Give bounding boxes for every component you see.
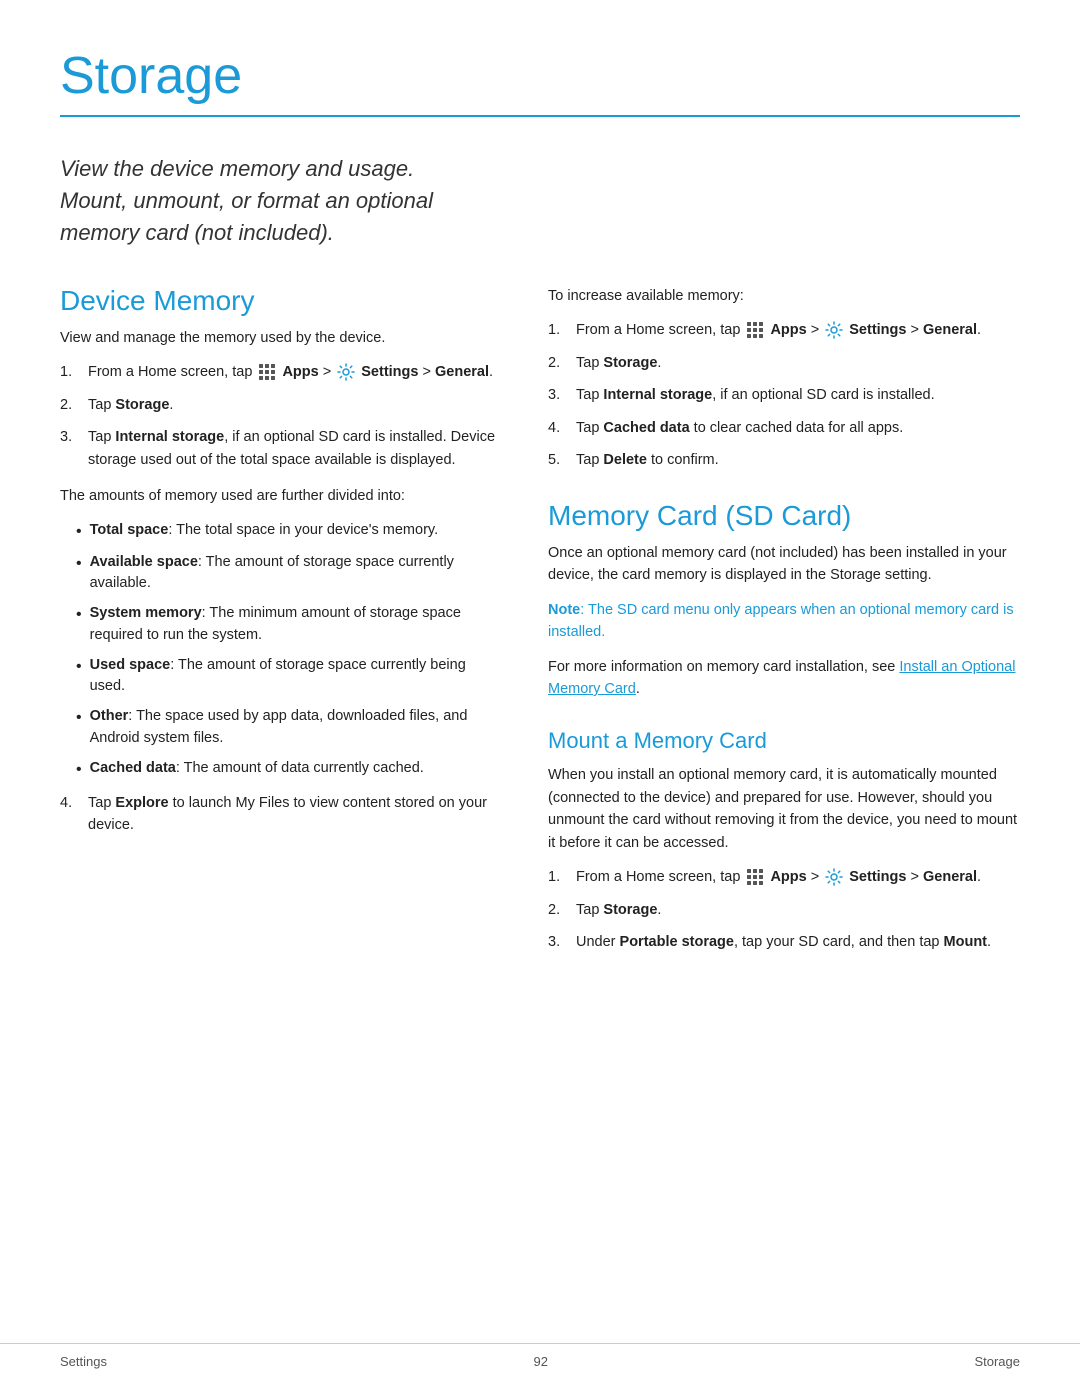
page-title: Storage [60, 48, 1020, 105]
apps-icon-3 [746, 868, 764, 886]
bullet-other: Other: The space used by app data, downl… [76, 706, 500, 750]
bullet-available-space: Available space: The amount of storage s… [76, 552, 500, 596]
mount-step-2: 2. Tap Storage. [548, 899, 1020, 921]
mount-step-1: 1. From a Home screen, tap [548, 866, 1020, 888]
increase-memory-heading: To increase available memory: [548, 285, 1020, 307]
mount-step-3: 3. Under Portable storage, tap your SD c… [548, 931, 1020, 953]
two-column-layout: Device Memory View and manage the memory… [60, 285, 1020, 968]
apps-label: Apps [282, 364, 318, 380]
step-3: 3. Tap Internal storage, if an optional … [60, 426, 500, 471]
footer-left: Settings [60, 1354, 107, 1369]
step-4-explore: 4. Tap Explore to launch My Files to vie… [60, 792, 500, 837]
memory-amounts-paragraph: The amounts of memory used are further d… [60, 485, 500, 507]
memory-card-heading: Memory Card (SD Card) [548, 500, 1020, 532]
bullet-system-memory: System memory: The minimum amount of sto… [76, 603, 500, 647]
bullet-used-space: Used space: The amount of storage space … [76, 655, 500, 699]
mount-memory-card-heading: Mount a Memory Card [548, 728, 1020, 754]
note-label: Note [548, 602, 580, 618]
bullet-cached-data: Cached data: The amount of data currentl… [76, 758, 500, 782]
mount-memory-description: When you install an optional memory card… [548, 764, 1020, 854]
footer: Settings 92 Storage [0, 1343, 1080, 1369]
settings-icon-3 [825, 868, 843, 886]
inc-step-5: 5. Tap Delete to confirm. [548, 449, 1020, 471]
device-memory-description: View and manage the memory used by the d… [60, 327, 500, 349]
mount-memory-steps: 1. From a Home screen, tap [548, 866, 1020, 953]
inc-step-1: 1. From a Home screen, tap [548, 319, 1020, 341]
device-memory-steps: 1. From a Home screen, tap [60, 361, 500, 471]
left-column: Device Memory View and manage the memory… [60, 285, 500, 968]
right-column: To increase available memory: 1. From a … [548, 285, 1020, 968]
install-memory-card-link[interactable]: Install an Optional Memory Card [548, 659, 1015, 697]
device-memory-step4: 4. Tap Explore to launch My Files to vie… [60, 792, 500, 837]
footer-center: 92 [533, 1354, 547, 1369]
settings-label: Settings [361, 364, 418, 380]
apps-icon [258, 363, 276, 381]
inc-step-2: 2. Tap Storage. [548, 352, 1020, 374]
intro-text: View the device memory and usage. Mount,… [60, 153, 480, 249]
title-rule [60, 115, 1020, 117]
settings-icon [337, 363, 355, 381]
page: Storage View the device memory and usage… [0, 0, 1080, 1048]
increase-memory-steps: 1. From a Home screen, tap [548, 319, 1020, 471]
memory-card-note: Note: The SD card menu only appears when… [548, 599, 1020, 644]
settings-icon-2 [825, 321, 843, 339]
memory-card-more-info: For more information on memory card inst… [548, 656, 1020, 701]
footer-right: Storage [974, 1354, 1020, 1369]
inc-step-3: 3. Tap Internal storage, if an optional … [548, 384, 1020, 406]
inc-step-4: 4. Tap Cached data to clear cached data … [548, 417, 1020, 439]
step-1: 1. From a Home screen, tap [60, 361, 500, 383]
memory-bullet-list: Total space: The total space in your dev… [76, 520, 500, 782]
step-2: 2. Tap Storage. [60, 394, 500, 416]
memory-card-description: Once an optional memory card (not includ… [548, 542, 1020, 587]
apps-icon-2 [746, 321, 764, 339]
bullet-total-space: Total space: The total space in your dev… [76, 520, 500, 544]
device-memory-heading: Device Memory [60, 285, 500, 317]
